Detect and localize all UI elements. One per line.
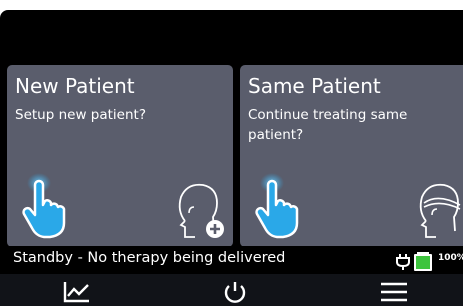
plug-battery-icon xyxy=(396,252,432,271)
tap-hand-icon xyxy=(22,173,66,239)
status-text: Standby - No therapy being delivered xyxy=(13,250,286,266)
same-patient-title: Same Patient xyxy=(248,74,381,98)
tap-hand-icon xyxy=(255,173,299,239)
head-plus-icon xyxy=(178,183,224,238)
same-patient-card[interactable]: Same Patient Continue treating same pati… xyxy=(240,65,463,247)
battery-percent: 100% xyxy=(438,253,463,263)
power-status: 100% xyxy=(393,250,463,271)
new-patient-title: New Patient xyxy=(15,74,135,98)
device-screen: New Patient Setup new patient? Same Pati… xyxy=(0,10,463,306)
same-patient-subtitle: Continue treating same patient? xyxy=(248,107,408,143)
new-patient-card[interactable]: New Patient Setup new patient? xyxy=(7,65,233,247)
menu-icon[interactable] xyxy=(379,280,409,304)
status-bar: Standby - No therapy being delivered 100… xyxy=(0,246,463,274)
power-icon[interactable] xyxy=(220,280,250,304)
new-patient-subtitle: Setup new patient? xyxy=(15,107,146,123)
head-band-icon xyxy=(419,183,461,238)
bottom-nav xyxy=(0,274,463,306)
chart-icon[interactable] xyxy=(62,280,92,304)
